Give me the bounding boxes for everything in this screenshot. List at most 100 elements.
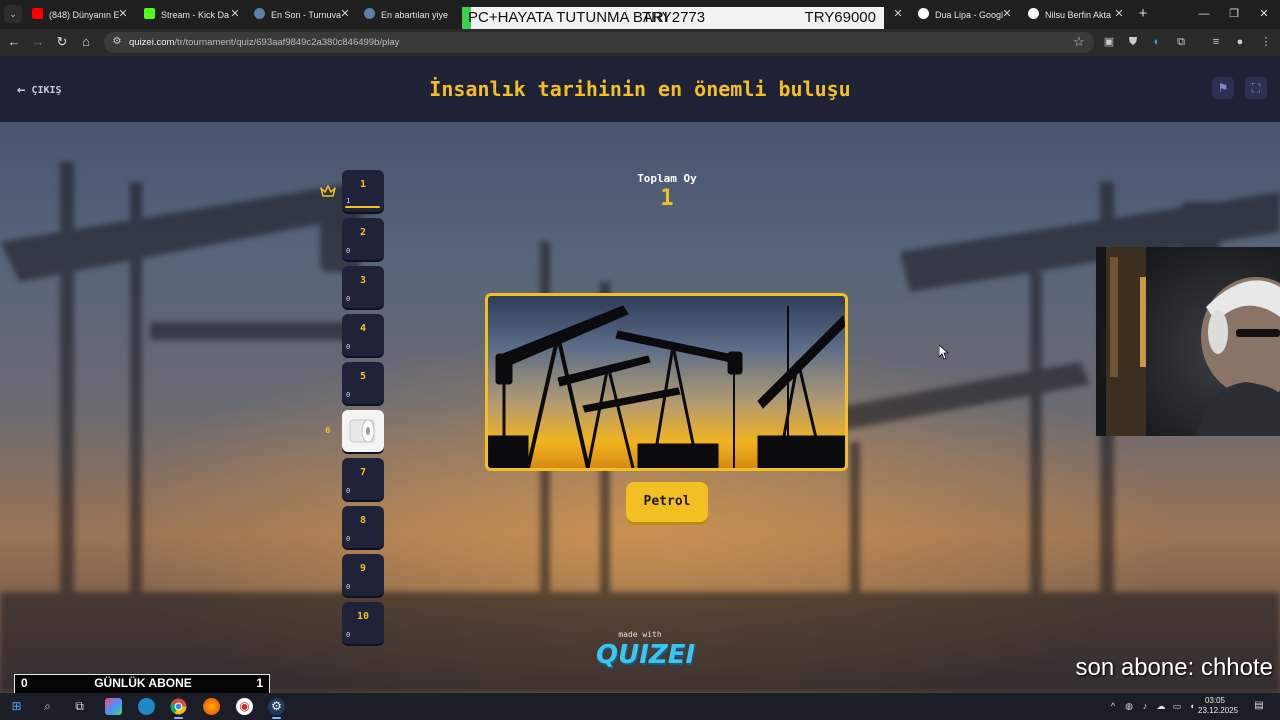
volume-icon[interactable]: ◖ [1186,699,1198,713]
answer-button[interactable]: Petrol [626,482,708,522]
round-item[interactable]: 9 0 [342,554,384,596]
quiz-header: ← ÇIKIŞ İnsanlık tarihinin en önemli bulu… [0,56,1280,122]
search-icon[interactable]: ⌕ [39,698,56,715]
new-tab-plus-icon[interactable]: + [1136,5,1150,23]
round-item[interactable]: 4 0 [342,314,384,356]
browser-tab[interactable]: Stream - Kick Da ✕ [144,3,242,25]
round-vote-count: 0 [346,391,351,399]
menu-kebab-icon[interactable]: ⋮ [1258,34,1274,50]
chrome-icon[interactable] [170,698,187,719]
round-number: 5 [359,371,367,382]
round-item-active[interactable] [342,410,384,452]
fullscreen-button[interactable]: ⛶ [1245,77,1267,99]
answer-card-image[interactable] [485,293,848,471]
close-window-icon[interactable]: ✕ [1257,6,1271,22]
current-round-marker: 6 [325,426,331,436]
browser-tab[interactable]: Nilsu Berfin Akta ✕ [1028,3,1126,25]
webcam-feed [1106,247,1280,436]
tab-title: En Son - Turnuva [271,9,341,20]
restore-icon[interactable]: ❐ [1227,6,1241,22]
exit-label: ÇIKIŞ [31,85,62,96]
back-arrow-icon[interactable]: ← [6,34,22,50]
tab-title: Stream - Kick Da [161,9,230,20]
profile-avatar-icon[interactable]: ● [1232,34,1248,50]
sidebar-list-icon[interactable]: ≡ [1208,34,1224,50]
google-icon [1028,8,1039,20]
translate-extension-icon[interactable]: ◐ [1149,34,1165,50]
media-icon[interactable]: ▣ [1101,34,1117,50]
round-vote-count: 0 [346,631,351,639]
round-item[interactable]: 10 0 [342,602,384,644]
oil-pumpjacks-image [488,305,845,468]
back-arrow-icon: ← [17,82,26,98]
round-vote-count: 0 [346,343,351,351]
round-vote-bar [345,206,380,208]
close-tab-icon[interactable]: ✕ [228,3,242,25]
donation-label: PC+HAYATA TUTUNMA BARI [468,9,668,26]
show-hidden-icons-chevron-icon[interactable]: ^ [1107,699,1119,713]
quizei-logo[interactable]: QUIZEI [596,640,695,670]
windows-start-icon[interactable]: ⊞ [8,698,25,715]
close-tab-icon[interactable]: ✕ [1000,3,1014,25]
round-item[interactable]: 5 0 [342,362,384,404]
exit-button[interactable]: ← ÇIKIŞ [17,81,62,99]
browser-tab[interactable]: En abartılan yiye [364,3,460,25]
round-vote-count: 0 [346,295,351,303]
round-item[interactable]: 3 0 [342,266,384,308]
display-icon[interactable]: ▭ [1171,699,1183,713]
forward-arrow-icon[interactable]: → [30,34,46,50]
round-item[interactable]: 1 1 [342,170,384,212]
task-view-icon[interactable]: ⧉ [71,698,88,715]
tab-title: En abartılan yiye [381,9,449,20]
round-vote-count: 0 [346,247,351,255]
flag-icon: ⚑ [1217,81,1229,95]
obs-recording-icon[interactable]: ◉ [236,698,253,715]
browser-tab[interactable]: Dua Lipa - Googl ✕ [918,3,1014,25]
round-number: 9 [359,563,367,574]
cloud-icon[interactable]: ☁ [1155,699,1167,713]
mouse-cursor-icon [939,345,949,359]
daily-subscriber-counter: 0 GÜNLÜK ABONE 1 [14,674,270,693]
round-item[interactable]: 7 0 [342,458,384,500]
round-number: 7 [359,467,367,478]
address-bar[interactable]: ⚙ quizei.com/tr/tournament/quiz/693aaf98… [104,32,1094,53]
tab-title: Nilsu Berfin Akta [1045,9,1112,20]
donation-goal: TRY69000 [804,9,876,26]
kick-icon [144,8,155,20]
network-icon[interactable]: ◍ [1123,699,1135,713]
round-number: 1 [359,179,367,190]
minimize-icon[interactable]: — [1197,6,1211,22]
reload-icon[interactable]: ↻ [54,34,70,50]
microphone-icon[interactable]: ♪ [1139,699,1151,713]
report-flag-button[interactable]: ⚑ [1212,77,1234,99]
donation-current: TRY2773 [642,9,706,26]
clock-time: 03:05 [1204,696,1226,705]
shield-extension-icon[interactable]: ⛊ [1125,34,1141,50]
browser-tab[interactable]: (848) Dünyanın E ✕ [32,3,130,25]
home-icon[interactable]: ⌂ [78,34,94,50]
total-votes-label: Toplam Oy [637,172,697,185]
bookmark-star-icon[interactable]: ☆ [1072,34,1086,50]
notification-icon[interactable]: ▤ [1252,699,1266,713]
steam-icon[interactable]: ⚙ [268,698,285,719]
firefox-icon[interactable] [203,698,220,715]
site-info-icon[interactable]: ⚙ [111,36,123,48]
tab-search-chevron-icon[interactable]: ⌄ [4,5,22,23]
copilot-icon[interactable] [105,698,122,715]
round-vote-count: 0 [346,583,351,591]
puzzle-extensions-icon[interactable]: ⧉ [1173,34,1189,50]
round-item[interactable]: 8 0 [342,506,384,548]
round-number: 2 [359,227,367,238]
taskbar-clock[interactable]: 03:05 23.12.2025 [1198,696,1239,716]
tab-title: Dua Lipa - Googl [935,9,1004,20]
round-item[interactable]: 2 0 [342,218,384,260]
close-tab-icon[interactable]: ✕ [338,3,352,25]
browser-tab[interactable]: En Son - Turnuva ✕ [254,3,352,25]
close-tab-icon[interactable]: ✕ [893,3,905,25]
total-votes-value: 1 [660,186,674,211]
close-tab-icon[interactable]: ✕ [116,3,130,25]
close-tab-icon[interactable]: ✕ [1112,3,1126,25]
google-icon [918,8,929,20]
clock-date: 23.12.2025 [1198,706,1239,715]
edge-icon[interactable] [138,698,155,715]
